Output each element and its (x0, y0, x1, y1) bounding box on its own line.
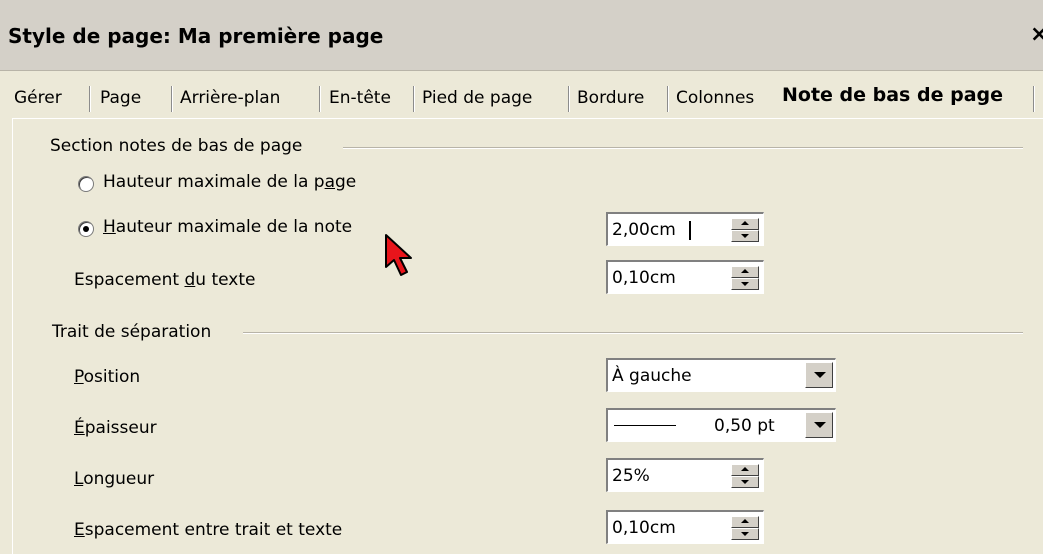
spin-up-icon[interactable] (731, 516, 759, 528)
text-spacing-value[interactable]: 0,10cm (612, 268, 676, 288)
title-bar: Style de page: Ma première page × (0, 0, 1043, 71)
text-caret (689, 221, 691, 240)
spin-buttons[interactable] (731, 266, 759, 290)
line-text-spacing-value[interactable]: 0,10cm (612, 518, 676, 538)
tab-page[interactable]: Page (100, 80, 141, 116)
tab-footer[interactable]: Pied de page (422, 80, 532, 116)
spin-up-icon[interactable] (731, 464, 759, 476)
note-height-spinbox[interactable]: 2,00cm (606, 212, 764, 246)
tab-divider (568, 86, 569, 112)
separator-section-heading: Trait de séparation (52, 322, 212, 342)
mouse-pointer-icon (385, 234, 412, 276)
footnote-section-heading: Section notes de bas de page (50, 136, 303, 156)
position-dropdown[interactable]: À gauche (606, 358, 836, 392)
tab-divider (1033, 86, 1034, 112)
position-value[interactable]: À gauche (612, 366, 692, 386)
thickness-value[interactable]: 0,50 pt (714, 416, 775, 436)
spin-down-icon[interactable] (731, 230, 759, 242)
spin-down-icon[interactable] (731, 528, 759, 540)
group-divider (243, 332, 1023, 333)
spin-up-icon[interactable] (731, 266, 759, 278)
max-page-height-label[interactable]: Hauteur maximale de la page (103, 172, 356, 192)
spin-down-icon[interactable] (731, 476, 759, 488)
tab-bar: Gérer Page Arrière-plan En-tête Pied de … (12, 80, 1043, 118)
spin-buttons[interactable] (731, 218, 759, 242)
spin-down-icon[interactable] (731, 278, 759, 290)
length-value[interactable]: 25% (612, 466, 650, 486)
tab-manage[interactable]: Gérer (14, 80, 62, 116)
spin-up-icon[interactable] (731, 218, 759, 230)
spin-buttons[interactable] (731, 516, 759, 540)
chevron-down-icon[interactable] (805, 362, 833, 388)
line-text-spacing-label: Espacement entre trait et texte (74, 520, 343, 540)
text-spacing-label: Espacement du texte (74, 270, 256, 290)
max-note-height-radio[interactable] (78, 221, 94, 237)
tab-divider (413, 86, 414, 112)
tab-background[interactable]: Arrière-plan (180, 80, 280, 116)
spin-buttons[interactable] (731, 464, 759, 488)
thickness-dropdown[interactable]: 0,50 pt (606, 408, 836, 442)
max-page-height-radio[interactable] (78, 176, 94, 192)
tab-divider (667, 86, 668, 112)
line-thickness-preview (614, 425, 676, 426)
note-height-value[interactable]: 2,00cm (612, 220, 676, 240)
tab-divider (319, 86, 320, 112)
group-divider (343, 147, 1023, 148)
line-text-spacing-spinbox[interactable]: 0,10cm (606, 510, 764, 544)
length-spinbox[interactable]: 25% (606, 458, 764, 492)
tab-header[interactable]: En-tête (329, 80, 391, 116)
tab-border[interactable]: Bordure (577, 80, 644, 116)
max-note-height-label[interactable]: Hauteur maximale de la note (103, 217, 352, 237)
tab-footnote[interactable]: Note de bas de page (782, 77, 1003, 113)
thickness-label: Épaisseur (74, 418, 157, 438)
tab-columns[interactable]: Colonnes (676, 80, 754, 116)
tab-divider (171, 86, 172, 112)
close-icon[interactable]: × (1030, 22, 1043, 48)
window-title: Style de page: Ma première page (8, 24, 384, 48)
tab-divider (89, 86, 90, 112)
position-label: Position (74, 367, 141, 387)
chevron-down-icon[interactable] (805, 412, 833, 438)
length-label: Longueur (74, 469, 155, 489)
text-spacing-spinbox[interactable]: 0,10cm (606, 260, 764, 294)
